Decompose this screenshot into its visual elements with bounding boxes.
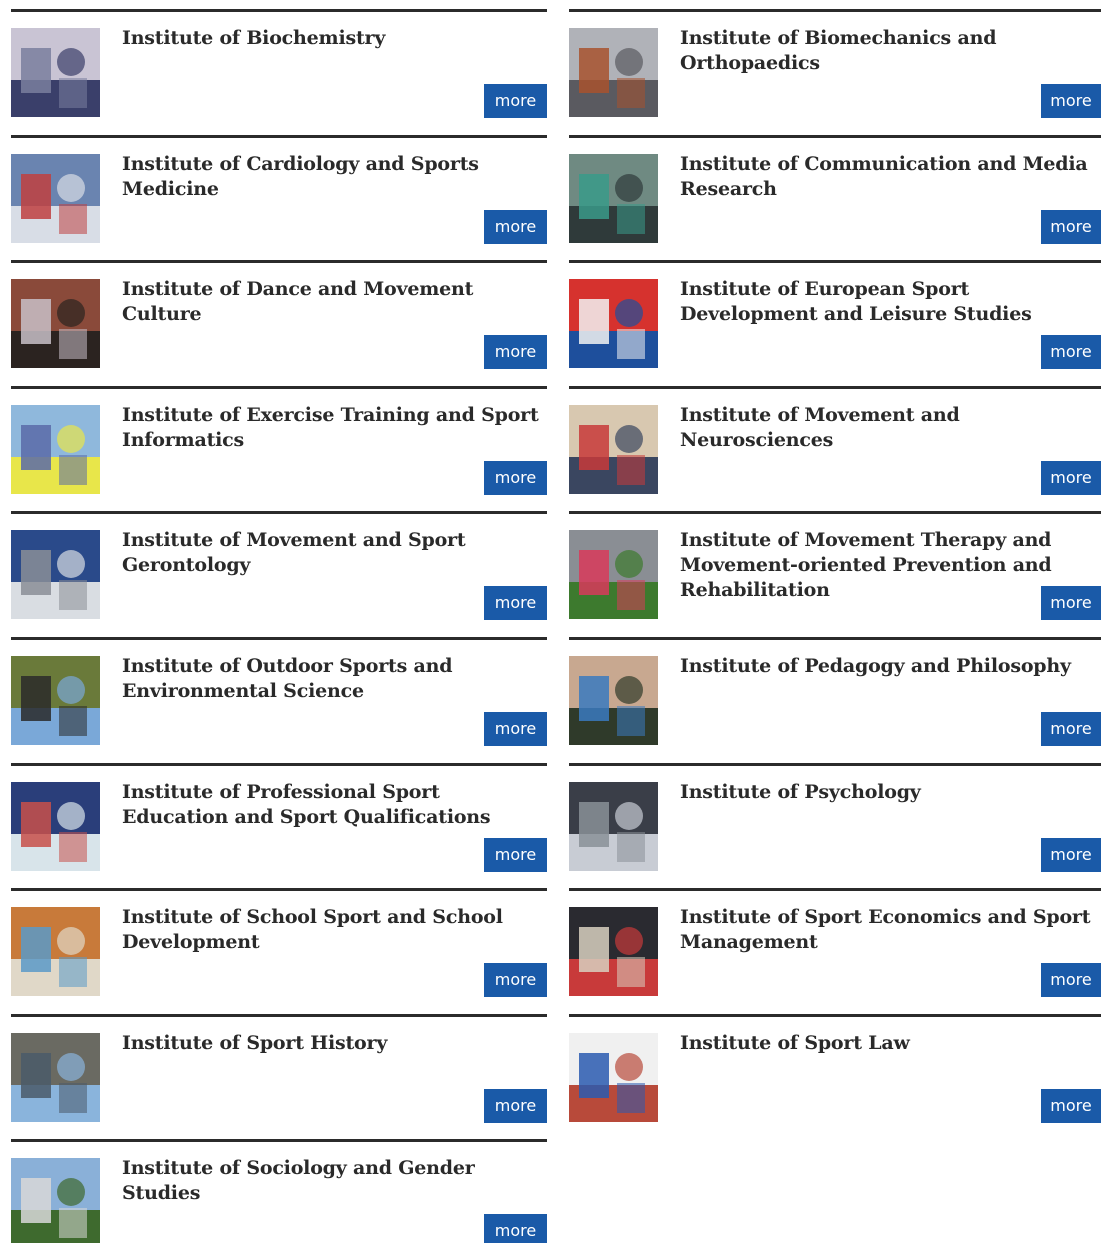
more-button[interactable]: more bbox=[484, 84, 547, 118]
more-button[interactable]: more bbox=[484, 461, 547, 495]
more-button[interactable]: more bbox=[1041, 1089, 1101, 1123]
institute-card: Institute of Movement Therapy and Moveme… bbox=[569, 511, 1101, 637]
tactics-map-icon[interactable] bbox=[11, 405, 100, 494]
running-track-icon[interactable] bbox=[569, 1033, 658, 1122]
institute-title[interactable]: Institute of Exercise Training and Sport… bbox=[122, 403, 543, 453]
more-button[interactable]: more bbox=[1041, 84, 1101, 118]
lab-vials-icon[interactable] bbox=[11, 28, 100, 117]
institute-title[interactable]: Institute of Sport History bbox=[122, 1031, 543, 1056]
more-button[interactable]: more bbox=[1041, 838, 1101, 872]
fitness-senior-icon[interactable] bbox=[11, 530, 100, 619]
institute-title[interactable]: Institute of Movement Therapy and Moveme… bbox=[680, 528, 1097, 603]
building-icon[interactable] bbox=[569, 782, 658, 871]
institute-title[interactable]: Institute of Communication and Media Res… bbox=[680, 152, 1097, 202]
institute-card: Institute of Dance and Movement Culture m… bbox=[11, 260, 547, 386]
institute-title[interactable]: Institute of Movement and Sport Gerontol… bbox=[122, 528, 543, 578]
eeg-lab-icon[interactable] bbox=[569, 405, 658, 494]
institute-title[interactable]: Institute of Sport Economics and Sport M… bbox=[680, 905, 1097, 955]
more-button[interactable]: more bbox=[1041, 335, 1101, 369]
more-button[interactable]: more bbox=[484, 963, 547, 997]
more-button[interactable]: more bbox=[1041, 712, 1101, 746]
coach-icon[interactable] bbox=[11, 782, 100, 871]
institute-card: Institute of Biochemistry more bbox=[11, 9, 547, 135]
institute-card: Institute of Movement and Neurosciences m… bbox=[569, 386, 1101, 512]
institute-card: Institute of European Sport Development … bbox=[569, 260, 1101, 386]
stadium-crowd-icon[interactable] bbox=[569, 907, 658, 996]
institute-title[interactable]: Institute of Outdoor Sports and Environm… bbox=[122, 654, 543, 704]
institute-card: Institute of Exercise Training and Sport… bbox=[11, 386, 547, 512]
institute-title[interactable]: Institute of Professional Sport Educatio… bbox=[122, 780, 543, 830]
institute-card: Institute of Professional Sport Educatio… bbox=[11, 763, 547, 889]
flags-icon[interactable] bbox=[569, 279, 658, 368]
more-button[interactable]: more bbox=[1041, 461, 1101, 495]
institute-title[interactable]: Institute of Movement and Neurosciences bbox=[680, 403, 1097, 453]
tower-bridge-icon[interactable] bbox=[11, 1033, 100, 1122]
more-button[interactable]: more bbox=[484, 712, 547, 746]
institute-card: Institute of School Sport and School Dev… bbox=[11, 888, 547, 1014]
institute-grid: Institute of Biochemistry more Institute o… bbox=[0, 0, 1101, 1243]
climber-icon[interactable] bbox=[11, 656, 100, 745]
more-button[interactable]: more bbox=[484, 1089, 547, 1123]
institute-title[interactable]: Institute of Cardiology and Sports Medic… bbox=[122, 152, 543, 202]
institute-card: Institute of Outdoor Sports and Environm… bbox=[11, 637, 547, 763]
institute-card: Institute of Sport Law more bbox=[569, 1014, 1101, 1140]
institute-card: Institute of Psychology more bbox=[569, 763, 1101, 889]
institute-card: Institute of Sociology and Gender Studie… bbox=[11, 1139, 547, 1243]
institute-title[interactable]: Institute of Biomechanics and Orthopaedi… bbox=[680, 26, 1097, 76]
athletes-icon[interactable] bbox=[569, 656, 658, 745]
institute-title[interactable]: Institute of Pedagogy and Philosophy bbox=[680, 654, 1097, 679]
institute-title[interactable]: Institute of Sociology and Gender Studie… bbox=[122, 1156, 543, 1206]
runners-icon[interactable] bbox=[569, 530, 658, 619]
more-button[interactable]: more bbox=[484, 1214, 547, 1243]
institute-card: Institute of Pedagogy and Philosophy more bbox=[569, 637, 1101, 763]
more-button[interactable]: more bbox=[484, 586, 547, 620]
campus-trees-icon[interactable] bbox=[11, 1158, 100, 1243]
more-button[interactable]: more bbox=[484, 838, 547, 872]
more-button[interactable]: more bbox=[484, 335, 547, 369]
dancer-icon[interactable] bbox=[11, 279, 100, 368]
institute-title[interactable]: Institute of Biochemistry bbox=[122, 26, 543, 51]
institute-title[interactable]: Institute of European Sport Development … bbox=[680, 277, 1097, 327]
lab-equipment-icon[interactable] bbox=[569, 28, 658, 117]
medical-exam-icon[interactable] bbox=[11, 154, 100, 243]
institute-title[interactable]: Institute of Psychology bbox=[680, 780, 1097, 805]
camera-studio-icon[interactable] bbox=[569, 154, 658, 243]
more-button[interactable]: more bbox=[1041, 963, 1101, 997]
more-button[interactable]: more bbox=[1041, 586, 1101, 620]
gym-hall-icon[interactable] bbox=[11, 907, 100, 996]
more-button[interactable]: more bbox=[484, 210, 547, 244]
more-button[interactable]: more bbox=[1041, 210, 1101, 244]
institute-card: Institute of Sport Economics and Sport M… bbox=[569, 888, 1101, 1014]
institute-card: Institute of Sport History more bbox=[11, 1014, 547, 1140]
institute-card: Institute of Movement and Sport Gerontol… bbox=[11, 511, 547, 637]
institute-card: Institute of Cardiology and Sports Medic… bbox=[11, 135, 547, 261]
institute-card: Institute of Biomechanics and Orthopaedi… bbox=[569, 9, 1101, 135]
institute-title[interactable]: Institute of School Sport and School Dev… bbox=[122, 905, 543, 955]
institute-card: Institute of Communication and Media Res… bbox=[569, 135, 1101, 261]
institute-title[interactable]: Institute of Dance and Movement Culture bbox=[122, 277, 543, 327]
institute-title[interactable]: Institute of Sport Law bbox=[680, 1031, 1097, 1056]
